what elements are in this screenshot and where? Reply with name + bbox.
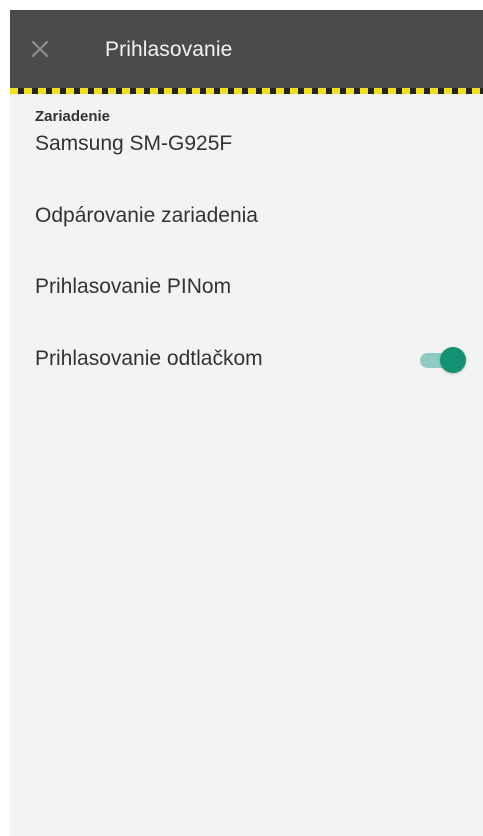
unpair-device-item[interactable]: Odpárovanie zariadenia [10, 191, 483, 243]
toggle-thumb [440, 347, 466, 373]
toolbar-stripe [10, 88, 483, 94]
pin-login-label: Prihlasovanie PINom [35, 275, 232, 298]
device-section-label: Zariadenie [35, 108, 111, 125]
unpair-device-label: Odpárovanie zariadenia [35, 204, 258, 227]
fingerprint-toggle[interactable] [420, 347, 466, 373]
toolbar-title: Prihlasovanie [105, 38, 233, 61]
app-screen: Prihlasovanie Zariadenie Samsung SM-G925… [10, 10, 483, 836]
toolbar: Prihlasovanie [10, 10, 483, 88]
fingerprint-login-label: Prihlasovanie odtlačkom [35, 347, 263, 370]
device-name: Samsung SM-G925F [35, 132, 233, 155]
fingerprint-login-item[interactable]: Prihlasovanie odtlačkom [10, 334, 483, 386]
close-button[interactable] [25, 34, 55, 64]
close-icon [31, 40, 49, 58]
screen: Prihlasovanie Zariadenie Samsung SM-G925… [0, 0, 483, 836]
pin-login-item[interactable]: Prihlasovanie PINom [10, 262, 483, 314]
